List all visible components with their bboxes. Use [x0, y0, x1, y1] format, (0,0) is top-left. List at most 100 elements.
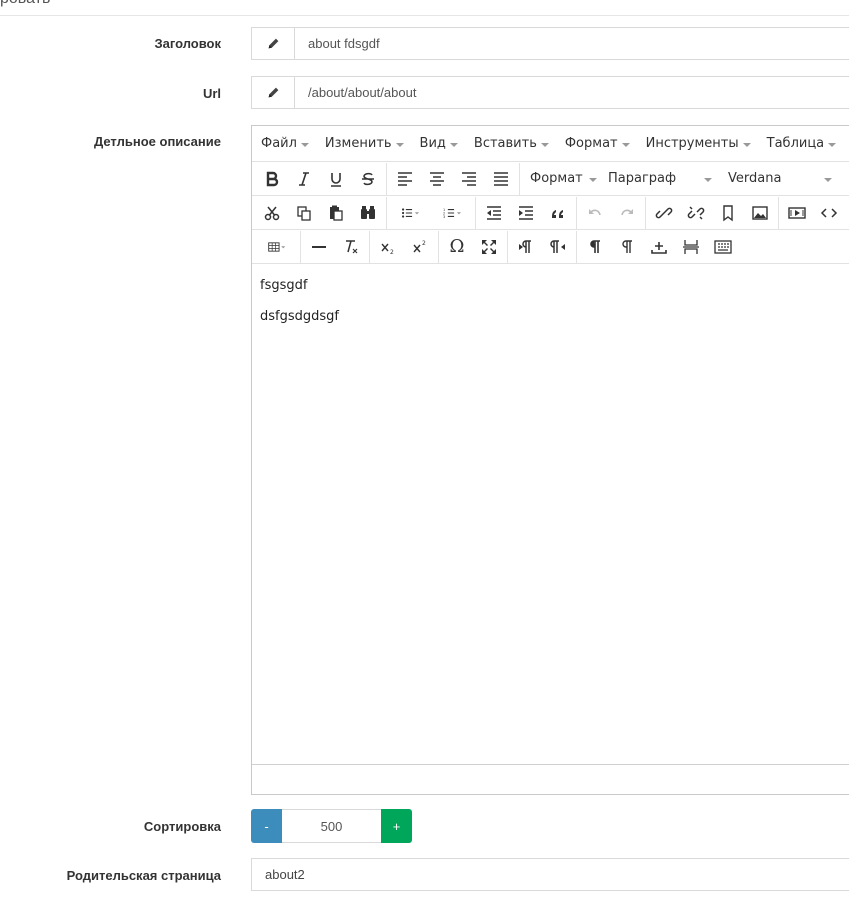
anchor-button[interactable] — [712, 199, 744, 227]
format-select[interactable]: Формат — [522, 171, 600, 186]
rtl-button[interactable] — [542, 233, 574, 261]
image-icon — [752, 205, 768, 220]
parent-page-value: about2 — [265, 867, 305, 882]
chevron-down-icon — [824, 177, 832, 182]
clear-formatting-button[interactable] — [335, 233, 367, 261]
table-button[interactable] — [256, 233, 298, 261]
unlink-icon — [687, 205, 705, 220]
page-heading: ровать — [0, 0, 50, 8]
link-icon — [655, 207, 673, 218]
subscript-icon: 2 — [381, 243, 394, 256]
undo-button[interactable] — [579, 199, 611, 227]
font-size-select[interactable]: 1 — [840, 171, 849, 186]
chevron-down-icon — [742, 142, 751, 147]
template-button[interactable] — [707, 233, 739, 261]
blockquote-button[interactable] — [542, 199, 574, 227]
insert-button[interactable] — [643, 233, 675, 261]
url-addon — [252, 77, 295, 108]
cut-button[interactable] — [256, 199, 288, 227]
bold-icon — [266, 171, 279, 186]
italic-button[interactable] — [288, 165, 320, 193]
url-label: Url — [202, 86, 221, 101]
ltr-icon — [519, 239, 531, 253]
align-left-button[interactable] — [389, 165, 421, 193]
special-char-icon: Ω — [449, 236, 465, 257]
menu-insert[interactable]: Вставить — [474, 136, 549, 151]
paste-icon — [330, 205, 343, 221]
indent-button[interactable] — [510, 199, 542, 227]
bullet-list-icon — [401, 207, 419, 218]
chevron-down-icon — [621, 142, 630, 147]
horizontal-rule-button[interactable] — [303, 233, 335, 261]
bold-button[interactable] — [256, 165, 288, 193]
menu-file[interactable]: Файл — [261, 136, 309, 151]
superscript-button[interactable]: 2 — [404, 233, 436, 261]
align-justify-button[interactable] — [485, 165, 517, 193]
title-label: Заголовок — [154, 36, 221, 51]
svg-text:3: 3 — [443, 214, 445, 218]
menu-view[interactable]: Вид — [420, 136, 458, 151]
increment-button[interactable]: + — [381, 809, 412, 843]
copy-button[interactable] — [288, 199, 320, 227]
ltr-button[interactable] — [510, 233, 542, 261]
page-header: ровать — [0, 0, 849, 16]
underline-button[interactable] — [320, 165, 352, 193]
strikethrough-button[interactable] — [352, 165, 384, 193]
rtl-icon — [550, 239, 565, 253]
subscript-button[interactable]: 2 — [372, 233, 404, 261]
outdent-button[interactable] — [478, 199, 510, 227]
menu-table[interactable]: Таблица — [767, 136, 837, 151]
align-right-button[interactable] — [453, 165, 485, 193]
indent-icon — [519, 205, 533, 220]
visual-chars-button[interactable] — [611, 233, 643, 261]
fullscreen-button[interactable] — [473, 233, 505, 261]
source-code-button[interactable] — [813, 199, 845, 227]
template-icon — [714, 239, 732, 254]
italic-icon — [299, 171, 309, 186]
cut-icon — [264, 206, 280, 220]
find-replace-button[interactable] — [352, 199, 384, 227]
chevron-down-icon — [449, 142, 458, 147]
bullet-list-button[interactable] — [389, 199, 431, 227]
url-input[interactable] — [295, 77, 849, 108]
show-blocks-button[interactable] — [579, 233, 611, 261]
align-center-button[interactable] — [421, 165, 453, 193]
pagebreak-icon — [683, 239, 699, 254]
rich-text-editor: Файл Изменить Вид Вставить Формат Инстру… — [251, 125, 849, 795]
blockquote-icon — [552, 209, 563, 218]
fullscreen-icon — [482, 239, 496, 254]
link-button[interactable] — [648, 199, 680, 227]
anchor-icon — [723, 204, 733, 221]
special-char-button[interactable]: Ω — [441, 233, 473, 261]
menu-format[interactable]: Формат — [565, 136, 630, 151]
align-left-icon — [398, 171, 412, 186]
align-right-icon — [462, 171, 476, 186]
font-family-select[interactable]: Verdana — [720, 171, 840, 186]
url-input-group — [251, 76, 849, 109]
redo-button[interactable] — [611, 199, 643, 227]
table-icon — [268, 241, 286, 252]
unlink-button[interactable] — [680, 199, 712, 227]
pagebreak-button[interactable] — [675, 233, 707, 261]
sorting-input[interactable] — [282, 809, 381, 843]
find-icon — [361, 205, 375, 219]
menu-edit[interactable]: Изменить — [325, 136, 404, 151]
media-button[interactable] — [781, 199, 813, 227]
chevron-down-icon — [540, 142, 549, 147]
block-format-select[interactable]: Параграф — [600, 171, 720, 186]
image-button[interactable] — [744, 199, 776, 227]
strikethrough-icon — [362, 172, 374, 185]
numbered-list-button[interactable]: 123 — [431, 199, 473, 227]
content-paragraph: fsgsgdf — [260, 278, 308, 293]
paste-button[interactable] — [320, 199, 352, 227]
title-addon — [252, 28, 295, 59]
align-justify-icon — [494, 171, 508, 186]
svg-text:2: 2 — [390, 249, 394, 256]
parent-page-select[interactable]: about2 — [251, 858, 849, 891]
outdent-icon — [487, 205, 501, 220]
editor-content[interactable]: fsgsgdf dsfgsdgdsgf — [252, 264, 849, 764]
decrement-button[interactable]: - — [251, 809, 282, 843]
menu-tools[interactable]: Инструменты — [646, 136, 751, 151]
title-input[interactable] — [295, 28, 849, 59]
chevron-down-icon — [300, 142, 309, 147]
